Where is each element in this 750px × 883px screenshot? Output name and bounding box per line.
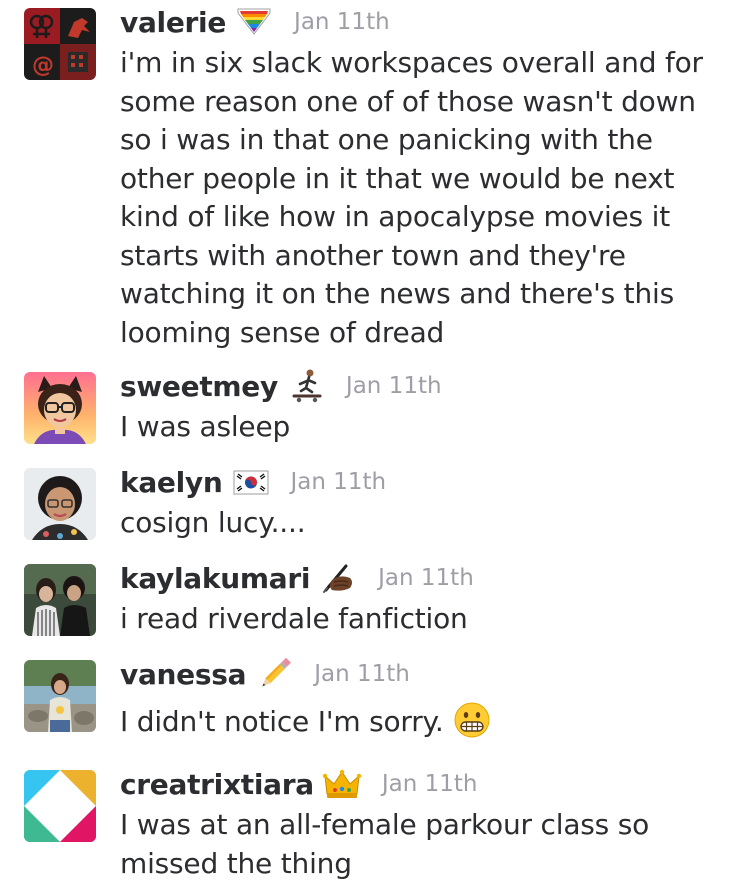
rainbow-heart-shield-icon xyxy=(234,4,274,40)
message-line: kind of like how in apocalypse movies it xyxy=(120,198,730,237)
message-text: I didn't notice I'm sorry. xyxy=(120,700,730,742)
avatar[interactable] xyxy=(24,770,96,842)
timestamp[interactable]: Jan 11th xyxy=(291,469,387,495)
message-text: cosign lucy.... xyxy=(120,504,730,543)
message-line: looming sense of dread xyxy=(120,314,730,353)
message-line: i read riverdale fanfiction xyxy=(120,600,730,639)
username[interactable]: valerie xyxy=(120,6,226,39)
message-line-text: I didn't notice I'm sorry. xyxy=(120,705,444,738)
message-header: creatrixtiara Jan 11th xyxy=(120,764,477,804)
username[interactable]: vanessa xyxy=(120,658,246,691)
message-line: I didn't notice I'm sorry. xyxy=(120,700,730,742)
avatar[interactable] xyxy=(24,372,96,444)
skateboarder-icon xyxy=(286,368,326,404)
timestamp[interactable]: Jan 11th xyxy=(346,373,442,399)
message-header: valerie Jan 11th xyxy=(120,2,390,42)
message-line: missed the thing xyxy=(120,845,730,883)
timestamp[interactable]: Jan 11th xyxy=(314,661,410,687)
avatar[interactable] xyxy=(24,468,96,540)
message-header: kaelyn Jan 11th xyxy=(120,462,386,502)
message-header: vanessa Jan 11th xyxy=(120,654,410,694)
message-text: i'm in six slack workspaces overall and … xyxy=(120,44,730,352)
message-header: kaylakumari Jan 11th xyxy=(120,558,474,598)
svg-text:@: @ xyxy=(32,53,54,78)
message-feed: @ valerie Jan 11t xyxy=(0,0,750,880)
pencil-icon xyxy=(254,656,294,692)
timestamp[interactable]: Jan 11th xyxy=(294,9,390,35)
message-line: some reason one of of those wasn't down xyxy=(120,83,730,122)
message-line: watching it on the news and there's this xyxy=(120,275,730,314)
message-line: i'm in six slack workspaces overall and … xyxy=(120,44,730,83)
message-line: starts with another town and they're xyxy=(120,237,730,276)
avatar[interactable]: @ xyxy=(24,8,96,80)
message-line: I was at an all-female parkour class so xyxy=(120,806,730,845)
message-line: so i was in that one panicking with the xyxy=(120,121,730,160)
writing-hand-icon xyxy=(318,560,358,596)
message-text: I was asleep xyxy=(120,408,730,447)
timestamp[interactable]: Jan 11th xyxy=(378,565,474,591)
username[interactable]: kaylakumari xyxy=(120,562,310,595)
avatar[interactable] xyxy=(24,660,96,732)
message-line: other people in it that we would be next xyxy=(120,160,730,199)
timestamp[interactable]: Jan 11th xyxy=(382,771,478,797)
avatar[interactable] xyxy=(24,564,96,636)
message-line: I was asleep xyxy=(120,408,730,447)
message-header: sweetmey Jan 11th xyxy=(120,366,442,406)
username[interactable]: creatrixtiara xyxy=(120,768,314,801)
message-text: I was at an all-female parkour class so … xyxy=(120,806,730,883)
crown-icon xyxy=(322,766,362,802)
south-korea-flag-icon xyxy=(231,464,271,500)
message-line: cosign lucy.... xyxy=(120,504,730,543)
username[interactable]: sweetmey xyxy=(120,370,278,403)
username[interactable]: kaelyn xyxy=(120,466,223,499)
message-text: i read riverdale fanfiction xyxy=(120,600,730,639)
grimacing-face-icon xyxy=(452,700,492,740)
